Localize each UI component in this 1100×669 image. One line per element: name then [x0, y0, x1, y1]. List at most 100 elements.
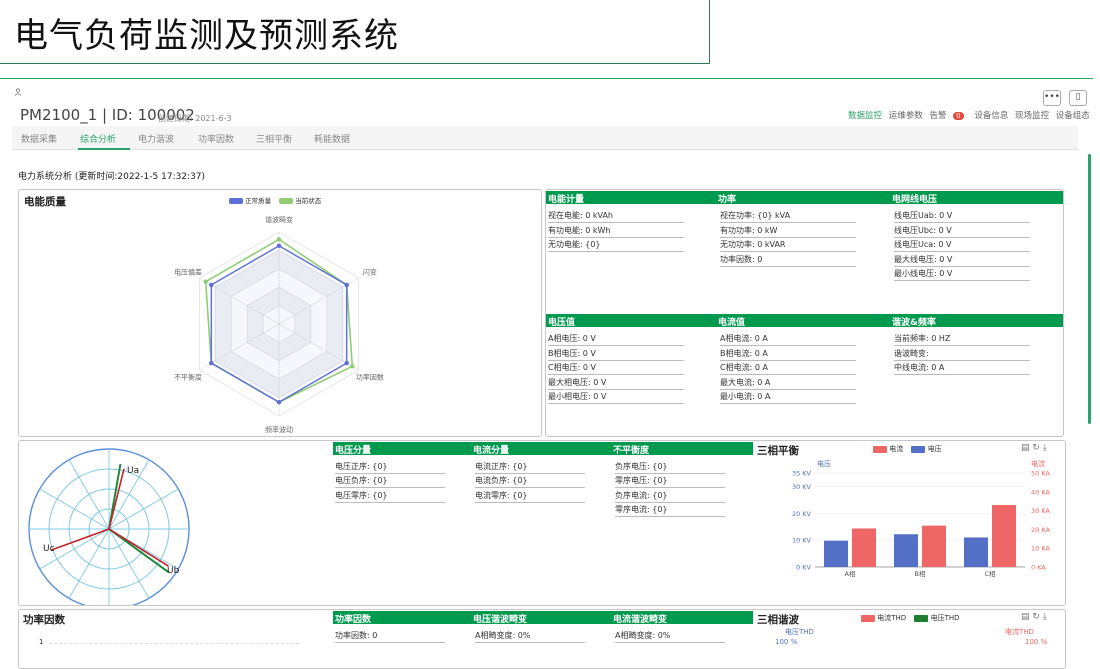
radar-point-current	[276, 237, 282, 242]
line-voltage-row-3: 最大线电压: 0 V	[894, 254, 1030, 267]
more-button[interactable]: •••	[1043, 90, 1061, 106]
three-harm-title: 三相谐波	[757, 614, 799, 626]
bar-left-tick: 0 KV	[796, 564, 811, 572]
current-row-3: 最大电流: 0 A	[720, 377, 856, 390]
current-comp-row-2: 电流零序: {0}	[475, 490, 585, 503]
header-bar-1	[546, 191, 1063, 204]
unbalance-row-0: 负序电压: {0}	[615, 461, 725, 474]
v-thd-row: A相畸变度: 0%	[475, 630, 585, 643]
bar-left-tick: 20 KV	[792, 510, 812, 518]
unbalance-row-3: 零序电流: {0}	[615, 504, 725, 517]
bar-voltage	[964, 537, 988, 567]
current-row-0: A相电流: 0 A	[720, 333, 856, 346]
voltage-comp-row-2: 电压零序: {0}	[335, 490, 445, 503]
pf-header-bar	[333, 611, 753, 624]
bar-current	[992, 504, 1016, 567]
power-row-2: 无功功率: 0 kVAR	[720, 239, 856, 252]
legend-voltage-bar-label: 电压	[927, 445, 942, 453]
voltage-row-3: 最大相电压: 0 V	[548, 377, 684, 390]
nav-site-monitor[interactable]: 现场监控	[1015, 111, 1049, 121]
unbalance-head: 不平衡度	[613, 446, 650, 456]
pf-row: 功率因数: 0	[335, 630, 445, 643]
power-row-3: 功率因数: 0	[720, 254, 856, 267]
nav-alarm[interactable]: 告警 0	[929, 111, 967, 121]
radar-point-normal	[276, 243, 282, 248]
pf-panel-title: 功率因数	[23, 614, 65, 626]
bar-right-tick: 30 KA	[1031, 507, 1050, 515]
power-head: 功率	[718, 195, 737, 205]
bar-left-tick: 30 KV	[792, 483, 812, 491]
unbalance-row-2: 负序电流: {0}	[615, 490, 725, 503]
radar-point-normal	[276, 400, 282, 405]
pf-grid-line	[49, 643, 299, 644]
power-row-1: 有功功率: 0 kW	[720, 225, 856, 238]
tab-power-factor[interactable]: 功率因数	[198, 132, 234, 145]
harm-right-top: 100 %	[1025, 638, 1048, 646]
bar-left-tick: 10 KV	[792, 537, 812, 545]
tab-three-phase[interactable]: 三相平衡	[256, 132, 292, 145]
line-voltage-row-1: 线电压Ubc: 0 V	[894, 225, 1030, 238]
nav-device-config[interactable]: 设备组态	[1056, 111, 1090, 121]
analysis-title: 电力系统分析 (更新时间:2022-1-5 17:32:37)	[18, 172, 206, 182]
harm-download-icon[interactable]: ⤓	[1043, 612, 1047, 622]
tab-harmonics[interactable]: 电力谐波	[138, 132, 174, 145]
unbalance-row-1: 零序电压: {0}	[615, 475, 725, 489]
nav-ops-params[interactable]: 运维参数	[889, 111, 923, 121]
tab-bar: 数据采集 综合分析 电力谐波 功率因数 三相平衡 耗能数据	[12, 126, 1078, 150]
bar-category-label: A相	[845, 569, 856, 578]
download-icon[interactable]: ⤓	[1043, 443, 1047, 453]
bar-current	[852, 528, 876, 567]
power-quality-panel: 电能质量 正常质量 当前状态 谐波畸变 闪变 功率因数 频率波动 不平衡度 电压偏差	[18, 189, 542, 437]
right-nav: 数据监控 运维参数 告警 0 设备信息 现场监控 设备组态	[848, 109, 1094, 121]
chart-tools: ▤ ↻ ⤓	[1021, 443, 1047, 453]
tab-data-collect[interactable]: 数据采集	[21, 132, 57, 145]
bar-voltage	[824, 540, 848, 567]
legend-ithd-label: 电流THD	[877, 614, 907, 622]
nav-device-info[interactable]: 设备信息	[974, 111, 1008, 121]
current-comp-row-0: 电流正序: {0}	[475, 461, 585, 474]
harm-export-icon[interactable]: ▤	[1021, 612, 1030, 622]
voltage-comp-head: 电压分量	[335, 446, 372, 456]
line-voltage-row-2: 线电压Uca: 0 V	[894, 239, 1030, 252]
radar-axis-label: 频率波动	[265, 425, 293, 434]
scrollbar[interactable]	[1088, 154, 1091, 424]
current-row-2: C相电流: 0 A	[720, 362, 856, 375]
legend-current-bar-swatch	[873, 445, 887, 453]
energy-head: 电能计量	[548, 195, 585, 205]
window-button[interactable]: ▯	[1069, 90, 1088, 106]
voltage-comp-row-0: 电压正序: {0}	[335, 461, 445, 474]
tab-energy[interactable]: 耗能数据	[314, 132, 350, 145]
legend-ithd-swatch	[861, 614, 875, 622]
export-icon[interactable]: ▤	[1021, 443, 1030, 453]
radar-point-normal	[209, 282, 214, 288]
harm-legend: 电流THD 电压THD	[861, 613, 960, 623]
radar-point-current	[203, 279, 208, 284]
power-quality-title: 电能质量	[24, 196, 66, 208]
created-date: 创建日期: 2021-6-3	[158, 114, 232, 123]
energy-row-1: 有功电能: 0 kWh	[548, 225, 684, 238]
bar-voltage	[894, 534, 918, 567]
refresh-icon[interactable]: ↻	[1032, 443, 1040, 453]
harm-chart-tools: ▤ ↻ ⤓	[1021, 612, 1047, 622]
user-icon[interactable]	[14, 88, 22, 96]
energy-row-0: 视在电能: 0 kVAh	[548, 210, 684, 223]
line-voltage-row-0: 线电压Uab: 0 V	[894, 210, 1030, 223]
current-row-1: B相电流: 0 A	[720, 348, 856, 361]
phasor-label: Ub	[167, 566, 180, 576]
voltage-head: 电压值	[548, 318, 576, 328]
radar-axis-label: 不平衡度	[174, 373, 202, 382]
current-comp-head: 电流分量	[473, 446, 510, 456]
bar-right-tick: 50 KA	[1031, 470, 1050, 478]
radar-point-current	[350, 364, 355, 369]
nav-data-monitor[interactable]: 数据监控	[848, 111, 882, 121]
harm-refresh-icon[interactable]: ↻	[1032, 612, 1040, 622]
three-phase-bar-chart: 电压 电流 0 KV 10 KV 20 KV 30 KV 35 KV 0 KA 10 KA 20 …	[792, 459, 1051, 578]
legend-voltage-bar-swatch	[911, 445, 926, 453]
alarm-badge: 0	[953, 112, 964, 120]
harmonic-freq-head: 谐波&频率	[892, 318, 936, 328]
pf-comp-head: 功率因数	[335, 615, 372, 625]
radar-axis-label: 电压偏差	[174, 268, 202, 277]
component-header-bar	[333, 442, 753, 455]
legend-vthd-swatch	[914, 614, 929, 622]
tab-analysis[interactable]: 综合分析	[80, 132, 116, 145]
